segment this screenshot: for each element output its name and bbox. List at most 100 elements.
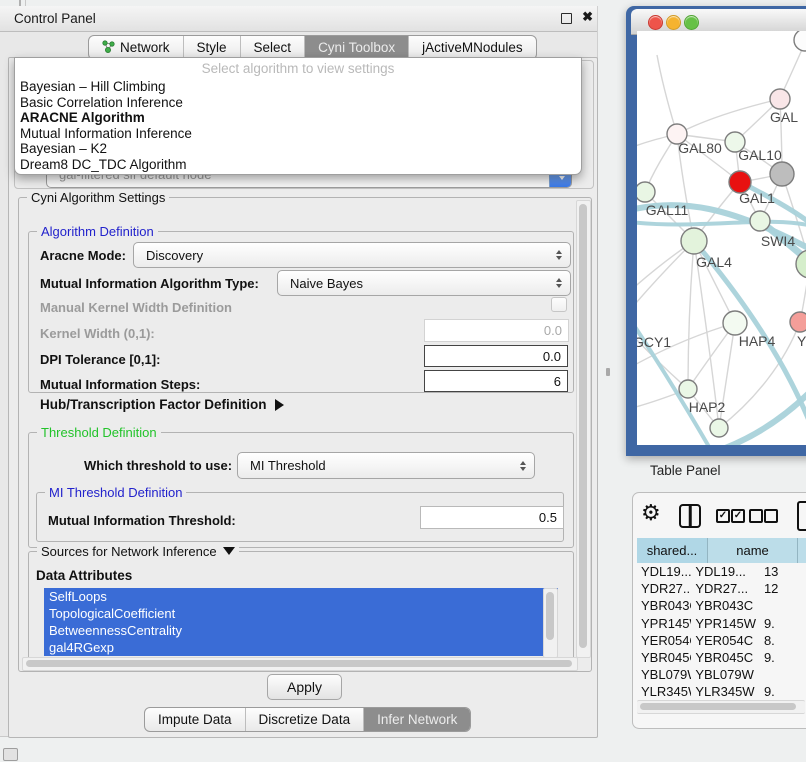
algorithm-option[interactable]: Dream8 DC_TDC Algorithm [15,157,581,173]
aracne-mode-combo[interactable]: Discovery [133,242,571,268]
table-row[interactable]: YER054CYER054C8. [637,632,806,649]
table-rows: YDL19...YDL19...13YDR27...YDR27...12YBR0… [637,563,806,701]
settings-hscrollbar[interactable] [22,657,578,671]
which-threshold-combo[interactable]: MI Threshold [237,452,535,479]
table-cell: YBL079W [691,667,760,682]
data-attribute-item[interactable]: gal4RGexp [44,639,558,656]
split-view-icon[interactable] [679,504,701,528]
manual-kernel-checkbox[interactable] [551,297,567,312]
apply-button[interactable]: Apply [267,674,342,700]
control-panel: Control Panel ✖ Network S [0,6,598,737]
table-cell: YER054C [691,633,760,648]
column-header-third[interactable]: A [798,538,806,563]
network-node[interactable] [637,182,655,202]
network-icon [102,40,115,56]
float-panel-icon[interactable] [561,13,572,24]
tab-infer-network[interactable]: Infer Network [363,708,470,731]
table-row[interactable]: YBL079WYBL079W [637,666,806,683]
aracne-mode-label: Aracne Mode: [40,248,126,263]
algorithm-option[interactable]: Basic Correlation Inference [15,95,581,111]
network-node-label: GAL4 [696,254,732,270]
table-row[interactable]: YDL19...YDL19...13 [637,563,806,580]
table-cell: YBL079W [637,667,691,682]
mi-type-combo[interactable]: Naive Bayes [277,270,571,296]
deselect-all-icon[interactable] [749,509,763,523]
close-window-icon[interactable] [648,15,663,30]
table-row[interactable]: YLR345WYLR345W9. [637,683,806,700]
gear-icon[interactable]: ⚙ [641,500,661,526]
network-node[interactable] [790,312,806,332]
table-cell: YBR043C [637,598,691,613]
table-cell: 9. [760,684,806,699]
zoom-window-icon[interactable] [684,15,699,30]
minimized-panel-icon[interactable] [3,748,18,761]
algorithm-definition-title: Algorithm Definition [37,224,158,239]
table-hscrollbar[interactable] [637,700,805,714]
table-row[interactable]: YBR043CYBR043C [637,597,806,614]
table-row[interactable]: YPR145WYPR145W9. [637,615,806,632]
settings-vscrollbar-thumb[interactable] [579,204,587,648]
attributes-scrollbar-thumb[interactable] [546,592,554,640]
panel-splitter-handle[interactable] [606,368,610,376]
deselect-all-icon-2[interactable] [764,509,778,523]
table-row[interactable]: YDR27...YDR27...12 [637,580,806,597]
table-cell: YDL19... [637,564,691,579]
table-row[interactable]: YBR045CYBR045C9. [637,649,806,666]
table-hscrollbar-thumb[interactable] [640,703,796,710]
tab-cyni-toolbox[interactable]: Cyni Toolbox [304,36,408,59]
network-edge [637,241,694,322]
table-cell: YBR045C [691,650,760,665]
network-node[interactable] [770,162,794,186]
data-attribute-item[interactable]: BetweennessCentrality [44,622,558,639]
select-all-icon-2[interactable]: ✓ [731,509,745,523]
settings-hscrollbar-thumb[interactable] [26,660,572,667]
application-window: Control Panel ✖ Network S [0,0,806,762]
tab-select[interactable]: Select [240,36,305,59]
minimize-window-icon[interactable] [666,15,681,30]
close-panel-icon[interactable]: ✖ [582,9,593,25]
algorithm-option[interactable]: Bayesian – Hill Climbing [15,79,581,95]
network-node[interactable] [794,31,806,51]
kernel-width-field[interactable]: 0.0 [424,319,569,342]
data-attribute-item[interactable]: TopologicalCoefficient [44,605,558,622]
sources-group-title[interactable]: Sources for Network Inference [37,544,239,559]
network-node-label: SWI4 [761,233,795,249]
network-node-label: GAL80 [678,140,722,156]
column-header-name[interactable]: name [708,538,798,563]
aracne-mode-value: Discovery [146,248,203,263]
network-node[interactable] [750,211,770,231]
table-cell: YDR27... [637,581,691,596]
kernel-width-label: Kernel Width (0,1): [40,326,155,341]
table-cell: YLR345W [691,684,760,699]
tab-impute-data[interactable]: Impute Data [145,708,245,731]
network-node[interactable] [770,89,790,109]
column-header-shared-name[interactable]: shared... [637,538,708,563]
network-node[interactable] [681,228,707,254]
tab-network[interactable]: Network [89,36,183,59]
attributes-scrollbar[interactable] [543,588,558,658]
network-node[interactable] [723,311,747,335]
algorithm-option[interactable]: Bayesian – K2 [15,141,581,157]
dpi-tolerance-label: DPI Tolerance [0,1]: [40,352,160,367]
tab-discretize-data[interactable]: Discretize Data [245,708,364,731]
data-attribute-item[interactable]: SelfLoops [44,588,558,605]
hub-section-toggle[interactable]: Hub/Transcription Factor Definition [40,397,284,412]
table-cell: 12 [760,581,806,596]
export-table-icon[interactable] [797,501,806,531]
mi-threshold-field[interactable]: 0.5 [420,506,564,529]
manual-kernel-label: Manual Kernel Width Definition [40,300,232,315]
tab-style[interactable]: Style [183,36,240,59]
dpi-tolerance-field[interactable]: 0.0 [424,345,568,367]
tab-jactivemnodules[interactable]: jActiveMNodules [408,36,536,59]
settings-vscrollbar[interactable] [576,200,591,658]
network-canvas[interactable]: GALGAL80GAL10GAL1GAL11GAL4SWI4GCY1HAP4YH… [637,31,806,445]
algorithm-option[interactable]: Mutual Information Inference [15,126,581,142]
network-node-label: GAL10 [738,147,782,163]
network-node-label: HAP4 [739,333,776,349]
network-node[interactable] [679,380,697,398]
algorithm-option[interactable]: ARACNE Algorithm [15,110,581,126]
cyni-bottom-tabbar: Impute Data Discretize Data Infer Networ… [144,707,471,732]
network-node[interactable] [710,419,728,437]
select-all-icon[interactable]: ✓ [716,509,730,523]
mi-steps-field[interactable]: 6 [424,370,568,392]
